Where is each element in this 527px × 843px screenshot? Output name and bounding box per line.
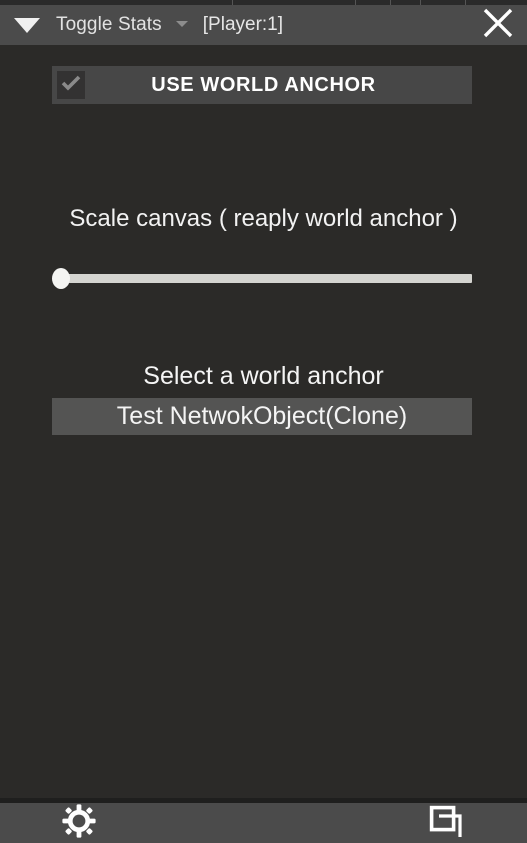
settings-button[interactable] [56, 803, 102, 843]
chevron-down-small-icon [175, 16, 189, 34]
collapse-toggle-button[interactable] [4, 5, 50, 45]
scale-canvas-slider[interactable] [52, 268, 472, 289]
use-world-anchor-toggle-row[interactable]: USE WORLD ANCHOR [52, 66, 472, 104]
scale-canvas-label: Scale canvas ( reaply world anchor ) [69, 205, 458, 232]
world-anchor-selected-value: Test NetwokObject(Clone) [116, 402, 408, 430]
window-titlebar: Toggle Stats [Player:1] [0, 5, 527, 45]
gear-icon [62, 803, 96, 843]
panel-body: USE WORLD ANCHOR Scale canvas ( reaply w… [0, 45, 527, 798]
world-anchor-select-button[interactable]: Test NetwokObject(Clone) [52, 398, 472, 435]
close-x-icon [481, 6, 515, 45]
checkmark-icon [61, 75, 81, 96]
window-bottombar [0, 803, 527, 843]
copy-windows-icon [429, 804, 463, 843]
use-world-anchor-label: USE WORLD ANCHOR [151, 73, 376, 96]
title-dropdown-button[interactable] [175, 16, 189, 34]
slider-track[interactable] [60, 274, 472, 283]
player-tag: [Player:1] [202, 14, 284, 35]
close-button[interactable] [471, 5, 525, 45]
switch-window-button[interactable] [420, 803, 472, 843]
use-world-anchor-checkbox[interactable] [57, 71, 85, 99]
stats-overlay-window: Toggle Stats [Player:1] USE WORLD ANCHOR… [0, 0, 527, 843]
triangle-down-icon [13, 16, 41, 34]
window-title: Toggle Stats [56, 14, 162, 35]
world-anchor-select-label: Select a world anchor [143, 362, 384, 390]
slider-handle[interactable] [52, 268, 70, 289]
